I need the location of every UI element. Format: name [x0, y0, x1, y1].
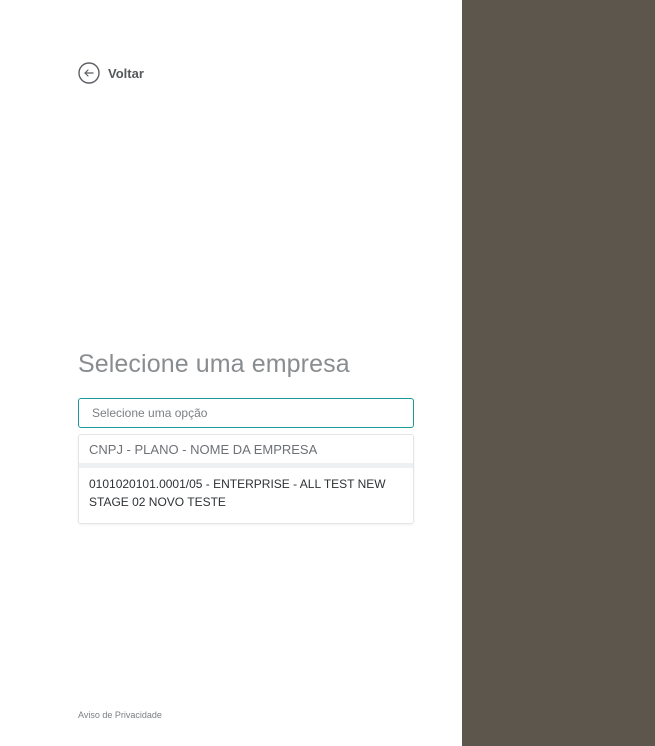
arrow-left-circle-icon: [78, 62, 100, 84]
dropdown-option[interactable]: 0101020101.0001/05 - ENTERPRISE - ALL TE…: [79, 468, 413, 523]
side-panel: [462, 0, 655, 746]
privacy-notice-link[interactable]: Aviso de Privacidade: [78, 710, 162, 720]
back-button[interactable]: Voltar: [78, 62, 144, 84]
company-select-input[interactable]: [78, 398, 414, 428]
content-pane: Voltar Selecione uma empresa CNPJ - PLAN…: [0, 0, 462, 746]
back-label: Voltar: [108, 65, 144, 81]
company-dropdown: CNPJ - PLANO - NOME DA EMPRESA 010102010…: [78, 434, 414, 524]
page-title: Selecione uma empresa: [78, 350, 350, 378]
page: Voltar Selecione uma empresa CNPJ - PLAN…: [0, 0, 655, 746]
dropdown-header: CNPJ - PLANO - NOME DA EMPRESA: [79, 435, 413, 468]
